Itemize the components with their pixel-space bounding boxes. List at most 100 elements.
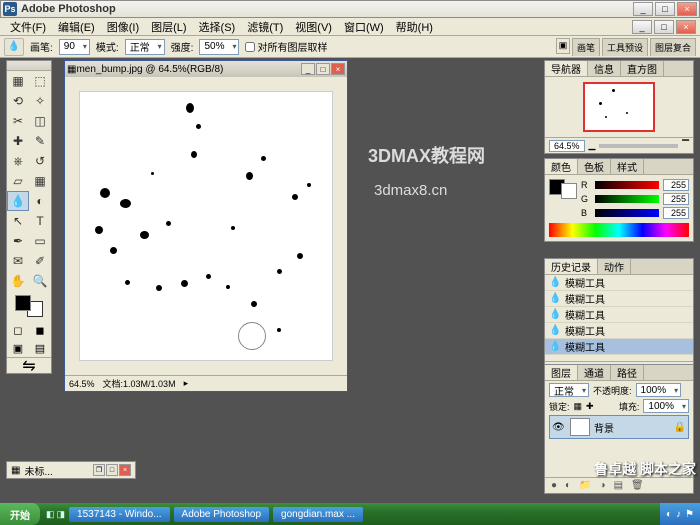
paths-tab[interactable]: 路径 [611, 365, 644, 380]
type-tool[interactable]: T [29, 211, 51, 231]
menu-file[interactable]: 文件(F) [4, 19, 52, 35]
g-slider[interactable] [595, 195, 659, 203]
swatches-tab[interactable]: 色板 [578, 159, 611, 174]
history-brush-tool[interactable]: ↺ [29, 151, 51, 171]
toolbox-grip[interactable] [7, 61, 51, 71]
g-value[interactable]: 255 [663, 193, 689, 205]
close-button[interactable]: × [677, 2, 697, 16]
zoom-in-icon[interactable]: ▔ [682, 140, 689, 151]
b-slider[interactable] [595, 209, 659, 217]
menu-window[interactable]: 窗口(W) [338, 19, 390, 35]
tray-icon[interactable]: ⚑ [685, 509, 694, 520]
layer-mask-icon[interactable]: ◐ [563, 480, 573, 491]
lock-position-icon[interactable]: ✚ [586, 401, 594, 412]
doc-status-arrow-icon[interactable]: ▸ [184, 378, 189, 389]
brushes-palette-tab[interactable]: 画笔 [572, 38, 600, 56]
layer-thumbnail[interactable] [570, 418, 590, 436]
gradient-tool[interactable]: ▦ [29, 171, 51, 191]
doc-maximize-button[interactable]: □ [316, 63, 330, 75]
foreground-background-swatch[interactable] [7, 291, 51, 321]
start-button[interactable]: 开始 [0, 503, 40, 525]
blend-mode-select[interactable]: 正常 [549, 383, 589, 397]
history-item[interactable]: 💧模糊工具 [545, 275, 693, 291]
layer-name[interactable]: 背景 [594, 420, 614, 435]
strength-input[interactable]: 50% [199, 39, 239, 55]
quick-mask-off[interactable]: ◻ [7, 321, 29, 339]
adjustment-layer-icon[interactable]: ◑ [598, 480, 608, 491]
color-bg-swatch[interactable] [561, 183, 577, 199]
shape-tool[interactable]: ▭ [29, 231, 51, 251]
new-layer-icon[interactable]: ▤ [612, 480, 625, 491]
notes-tool[interactable]: ✉ [7, 251, 29, 271]
lasso-tool[interactable]: ⟲ [7, 91, 29, 111]
system-tray[interactable]: ◐ ♪ ⚑ [660, 503, 700, 525]
color-tab[interactable]: 颜色 [545, 159, 578, 174]
quicklaunch-icon[interactable]: ◨ [57, 509, 66, 520]
navigator-zoom-input[interactable]: 64.5% [549, 140, 585, 152]
screen-mode-2[interactable]: ▤ [29, 339, 51, 357]
quicklaunch-icon[interactable]: ◧ [46, 509, 55, 520]
channels-tab[interactable]: 通道 [578, 365, 611, 380]
history-tab[interactable]: 历史记录 [545, 259, 598, 274]
screen-mode-1[interactable]: ▣ [7, 339, 29, 357]
mdi-restore-button[interactable]: □ [654, 20, 674, 34]
histogram-tab[interactable]: 直方图 [621, 61, 664, 76]
doc-close-button[interactable]: × [331, 63, 345, 75]
new-set-icon[interactable]: 📁 [577, 480, 593, 491]
menu-layer[interactable]: 图层(L) [145, 19, 192, 35]
eraser-tool[interactable]: ▱ [7, 171, 29, 191]
canvas[interactable] [79, 91, 333, 361]
zoom-out-icon[interactable]: ▁ [589, 140, 596, 151]
tray-icon[interactable]: ◐ [666, 509, 672, 520]
jump-to-imageready[interactable]: ⇋ [7, 357, 51, 373]
min-doc-close-button[interactable]: × [119, 464, 131, 476]
stamp-tool[interactable]: ⎈ [7, 151, 29, 171]
menu-image[interactable]: 图像(I) [101, 19, 145, 35]
maximize-button[interactable]: □ [655, 2, 675, 16]
zoom-tool[interactable]: 🔍 [29, 271, 51, 291]
quick-mask-on[interactable]: ◼ [29, 321, 51, 339]
healing-tool[interactable]: ✚ [7, 131, 29, 151]
brush-tool[interactable]: ✎ [29, 131, 51, 151]
menu-select[interactable]: 选择(S) [193, 19, 242, 35]
taskbar-item[interactable]: Adobe Photoshop [174, 507, 270, 522]
tool-presets-tab[interactable]: 工具预设 [602, 38, 648, 56]
history-item[interactable]: 💧模糊工具 [545, 291, 693, 307]
tray-icon[interactable]: ♪ [676, 509, 681, 520]
marquee-tool[interactable]: ⬚ [29, 71, 51, 91]
hand-tool[interactable]: ✋ [7, 271, 29, 291]
brush-picker[interactable]: 90 [59, 39, 90, 55]
menu-help[interactable]: 帮助(H) [390, 19, 439, 35]
mdi-minimize-button[interactable]: _ [632, 20, 652, 34]
layer-row[interactable]: 👁 背景 🔒 [549, 415, 689, 439]
history-item[interactable]: 💧模糊工具 [545, 323, 693, 339]
minimized-document[interactable]: ▦ 未标... ❐ □ × [6, 461, 136, 479]
styles-tab[interactable]: 样式 [611, 159, 644, 174]
layer-style-icon[interactable]: ● [549, 480, 559, 491]
delete-layer-icon[interactable]: 🗑 [629, 480, 646, 491]
r-value[interactable]: 255 [663, 179, 689, 191]
sample-all-layers-checkbox[interactable]: 对所有图层取样 [245, 39, 327, 54]
history-item[interactable]: 💧模糊工具 [545, 307, 693, 323]
blur-tool[interactable]: 💧 [7, 191, 29, 211]
minimize-button[interactable]: _ [633, 2, 653, 16]
color-swatch[interactable] [549, 179, 577, 217]
menu-filter[interactable]: 滤镜(T) [241, 19, 289, 35]
lock-pixels-icon[interactable]: ▦ [574, 401, 583, 412]
zoom-slider[interactable] [599, 144, 678, 148]
min-doc-maximize-button[interactable]: □ [106, 464, 118, 476]
navigator-tab[interactable]: 导航器 [545, 61, 588, 76]
r-slider[interactable] [595, 181, 659, 189]
move-tool[interactable]: ▦ [7, 71, 29, 91]
taskbar-item[interactable]: gongdian.max ... [273, 507, 363, 522]
pen-tool[interactable]: ✒ [7, 231, 29, 251]
color-spectrum[interactable] [549, 223, 689, 237]
info-tab[interactable]: 信息 [588, 61, 621, 76]
path-tool[interactable]: ↖ [7, 211, 29, 231]
taskbar-item[interactable]: 1537143 - Windo... [69, 507, 170, 522]
menu-edit[interactable]: 编辑(E) [52, 19, 101, 35]
eyedropper-tool[interactable]: ✐ [29, 251, 51, 271]
foreground-color-swatch[interactable] [15, 295, 31, 311]
slice-tool[interactable]: ◫ [29, 111, 51, 131]
sample-all-checkbox[interactable] [245, 42, 255, 52]
